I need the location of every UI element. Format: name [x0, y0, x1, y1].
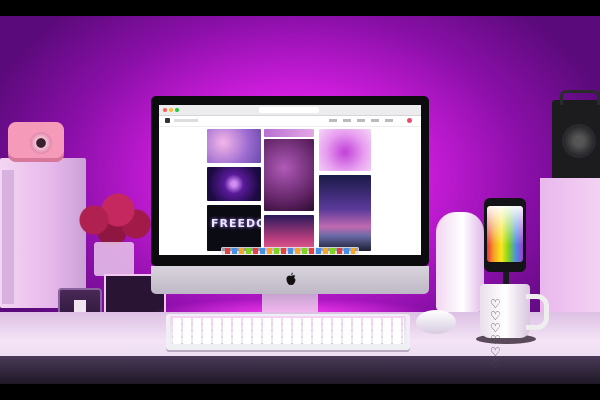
camera-lens: [30, 132, 52, 154]
keyboard-keys: [172, 318, 404, 344]
mouse: [416, 310, 456, 334]
pin-freedom-neon: FREEDOM: [207, 205, 261, 251]
site-nav: [159, 116, 421, 127]
url-field: [259, 107, 319, 113]
color-picker-screen: [487, 206, 523, 262]
phone-on-stand: [484, 198, 526, 272]
letterbox-top: [0, 0, 600, 16]
site-logo-icon: [165, 118, 170, 123]
monitor-stand: [262, 294, 318, 312]
site-search-field: [174, 119, 198, 122]
site-nav-links: [329, 119, 399, 122]
pin-sunset: [264, 215, 314, 251]
keyboard: [166, 314, 410, 350]
apple-logo-icon: [286, 272, 296, 285]
coffee-mug: ♡ ♡ ♡ ♡ ♡ ♡: [480, 284, 549, 371]
freedom-neon-text: FREEDOM: [211, 217, 261, 230]
pin-pink-smoke: [319, 129, 371, 171]
pin-lake-night: [319, 175, 371, 251]
instant-camera: [8, 122, 64, 162]
pin-dark-flowers: [264, 139, 314, 211]
browser-toolbar: [159, 105, 421, 116]
hand-statue: [436, 212, 484, 312]
monitor-chin: [151, 266, 429, 294]
user-avatar-icon: [407, 118, 412, 123]
close-window-icon: [163, 108, 167, 112]
mug-pattern: ♡ ♡ ♡ ♡ ♡ ♡: [490, 297, 503, 371]
minimize-window-icon: [169, 108, 173, 112]
dock-app-icons: [225, 248, 355, 254]
mug-handle: [526, 294, 549, 330]
speaker-handle: [560, 90, 600, 105]
pin-nebula: [207, 167, 261, 201]
speaker: [552, 90, 600, 180]
app-dock: [221, 247, 359, 255]
shelf-drawer: [2, 170, 14, 304]
desk-edge: [0, 356, 600, 384]
speaker-cone: [562, 124, 596, 158]
desk-scene: FREEDOM ♡ ♡ ♡♡ ♡ ♡: [0, 16, 600, 384]
candle-label: [74, 300, 86, 312]
glass-vase: [94, 242, 134, 276]
pin-purple-clouds: [207, 129, 261, 163]
right-shelf: [540, 178, 600, 326]
monitor-screen: FREEDOM: [159, 105, 421, 255]
zoom-window-icon: [175, 108, 179, 112]
letterbox-bottom: [0, 384, 600, 400]
pin-banner: [264, 129, 314, 137]
